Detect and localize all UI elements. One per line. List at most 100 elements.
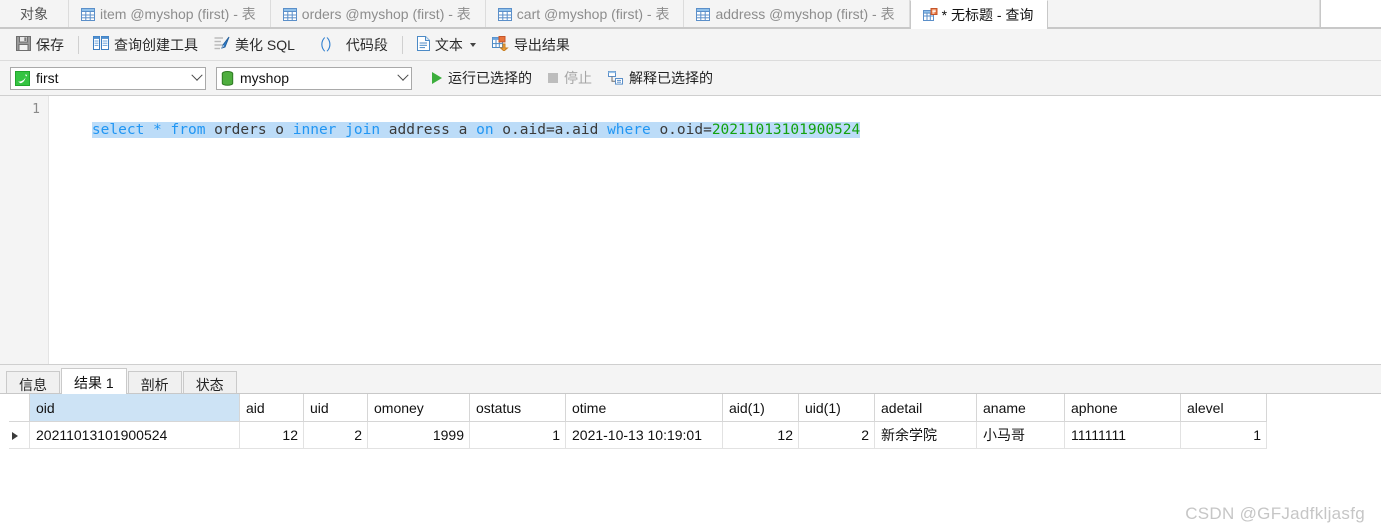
database-icon: [221, 70, 234, 86]
query-toolbar: 保存 查询创建工具 美化 SQL （） 代码段 文本 导出结果: [0, 29, 1381, 61]
run-selected-button[interactable]: 运行已选择的: [424, 66, 540, 90]
beautify-sql-label: 美化 SQL: [235, 36, 295, 53]
parentheses-icon: （）: [310, 37, 341, 54]
tab-info[interactable]: 信息: [6, 371, 60, 393]
cell-adetail[interactable]: 新余学院: [874, 421, 977, 449]
tab-address-table[interactable]: address @myshop (first) - 表: [684, 0, 910, 28]
cell-aid1[interactable]: 12: [722, 421, 799, 449]
cell-uid1[interactable]: 2: [798, 421, 875, 449]
tab-untitled-query[interactable]: * 无标题 - 查询: [909, 0, 1049, 29]
cell-alevel[interactable]: 1: [1180, 421, 1267, 449]
result-grid-body[interactable]: 20211013101900524 12 2 1999 1 2021-10-13 10:1…: [0, 421, 1267, 449]
tab-status-label: 状态: [195, 377, 224, 393]
cell-oid[interactable]: 20211013101900524: [29, 421, 240, 449]
column-header-aid[interactable]: aid: [239, 394, 304, 422]
export-result-label: 导出结果: [513, 36, 570, 53]
column-header-uid1[interactable]: uid(1): [798, 394, 875, 422]
result-grid-container[interactable]: oid aid uid omoney ostatus otime aid(1) uid(1) a…: [0, 394, 1381, 497]
sql-editor[interactable]: 1 select * from orders o inner join addr…: [0, 96, 1381, 365]
beautify-sql-button[interactable]: 美化 SQL: [206, 33, 303, 57]
tab-objects[interactable]: 对象: [0, 0, 69, 28]
cell-ostatus[interactable]: 1: [469, 421, 566, 449]
save-button[interactable]: 保存: [8, 33, 72, 57]
tab-result-1[interactable]: 结果 1: [61, 368, 127, 394]
tab-orders-table[interactable]: orders @myshop (first) - 表: [270, 0, 486, 28]
column-header-omoney[interactable]: omoney: [367, 394, 470, 422]
cell-uid[interactable]: 2: [303, 421, 368, 449]
column-header-oid[interactable]: oid: [29, 394, 240, 422]
sql-token: select: [91, 122, 145, 138]
query-builder-icon: [93, 36, 109, 53]
editor-gutter: 1: [0, 96, 49, 364]
tab-objects-label: 对象: [20, 6, 48, 22]
tab-result-1-label: 结果 1: [74, 375, 114, 391]
tab-status[interactable]: 状态: [182, 371, 237, 393]
sql-token: where: [607, 122, 651, 138]
chevron-down-icon[interactable]: [469, 42, 476, 47]
stop-button: 停止: [540, 66, 600, 90]
column-header-ostatus[interactable]: ostatus: [469, 394, 566, 422]
sql-token: inner join: [292, 122, 381, 138]
editor-tabbar: 对象 item @myshop (first) - 表 orders @mysh…: [0, 0, 1381, 29]
text-view-button[interactable]: 文本: [409, 33, 484, 57]
explain-selected-label: 解释已选择的: [629, 70, 713, 86]
tab-profile[interactable]: 剖析: [127, 371, 182, 393]
run-selected-label: 运行已选择的: [448, 70, 532, 86]
database-select[interactable]: myshop: [216, 66, 412, 90]
cell-omoney[interactable]: 1999: [367, 421, 470, 449]
table-row[interactable]: 20211013101900524 12 2 1999 1 2021-10-13 10:1…: [0, 421, 1267, 449]
save-label: 保存: [36, 36, 64, 53]
table-header-row: oid aid uid omoney ostatus otime aid(1) uid(1) a…: [0, 394, 1267, 422]
connection-dropdown-arrow[interactable]: [188, 68, 205, 89]
cell-otime[interactable]: 2021-10-13 10:19:01: [565, 421, 723, 449]
result-grid[interactable]: oid aid uid omoney ostatus otime aid(1) uid(1) a…: [0, 394, 1267, 449]
table-icon: [696, 7, 711, 21]
tab-label: * 无标题 - 查询: [941, 6, 1034, 23]
table-icon: [282, 7, 297, 21]
cell-aphone[interactable]: 11111111: [1064, 421, 1181, 449]
watermark: CSDN @GFJadfkljasfg: [1185, 504, 1365, 523]
tabbar-right-panel: [1320, 0, 1381, 28]
code-snippet-button[interactable]: （） 代码段: [303, 33, 396, 57]
column-header-otime[interactable]: otime: [565, 394, 723, 422]
grid-left-edge: [0, 405, 9, 455]
tab-cart-table[interactable]: cart @myshop (first) - 表: [485, 0, 685, 28]
beautify-pen-icon: [214, 36, 230, 54]
tab-label: item @myshop (first) - 表: [100, 6, 256, 22]
export-result-button[interactable]: 导出结果: [484, 33, 578, 57]
cell-aid[interactable]: 12: [239, 421, 304, 449]
explain-selected-button[interactable]: 解释已选择的: [600, 66, 721, 90]
sql-token: o.aid=a.aid: [493, 122, 608, 138]
sql-token: o.oid=: [650, 122, 712, 138]
sql-selection[interactable]: select * from orders o inner join addres…: [91, 122, 861, 138]
database-dropdown-arrow[interactable]: [394, 68, 411, 89]
code-snippet-label: 代码段: [345, 36, 388, 53]
tab-info-label: 信息: [19, 377, 47, 393]
result-grid-header: oid aid uid omoney ostatus otime aid(1) uid(1) a…: [0, 394, 1267, 422]
connection-bar: first myshop 运行已选择的 停止 解释已选择的: [0, 61, 1381, 96]
column-header-adetail[interactable]: adetail: [874, 394, 977, 422]
tab-label: address @myshop (first) - 表: [715, 6, 895, 22]
cell-aname[interactable]: 小马哥: [976, 421, 1065, 449]
column-header-aname[interactable]: aname: [976, 394, 1065, 422]
play-icon: [432, 72, 442, 84]
column-header-aid1[interactable]: aid(1): [722, 394, 799, 422]
sql-token: orders o: [205, 122, 293, 138]
sql-token: address a: [380, 122, 477, 138]
tabbar-filler: [1048, 0, 1320, 28]
column-header-aphone[interactable]: aphone: [1064, 394, 1181, 422]
query-icon: [922, 8, 938, 21]
sql-token: from: [170, 122, 206, 138]
tab-item-table[interactable]: item @myshop (first) - 表: [69, 0, 271, 28]
sql-code-line[interactable]: select * from orders o inner join addres…: [57, 102, 861, 159]
column-header-alevel[interactable]: alevel: [1180, 394, 1267, 422]
sql-token: on: [476, 122, 494, 138]
explain-icon: [608, 71, 623, 85]
column-header-uid[interactable]: uid: [303, 394, 368, 422]
connection-select[interactable]: first: [10, 66, 206, 90]
floppy-disk-icon: [16, 35, 31, 54]
document-icon: [416, 35, 430, 54]
query-builder-button[interactable]: 查询创建工具: [85, 33, 206, 57]
